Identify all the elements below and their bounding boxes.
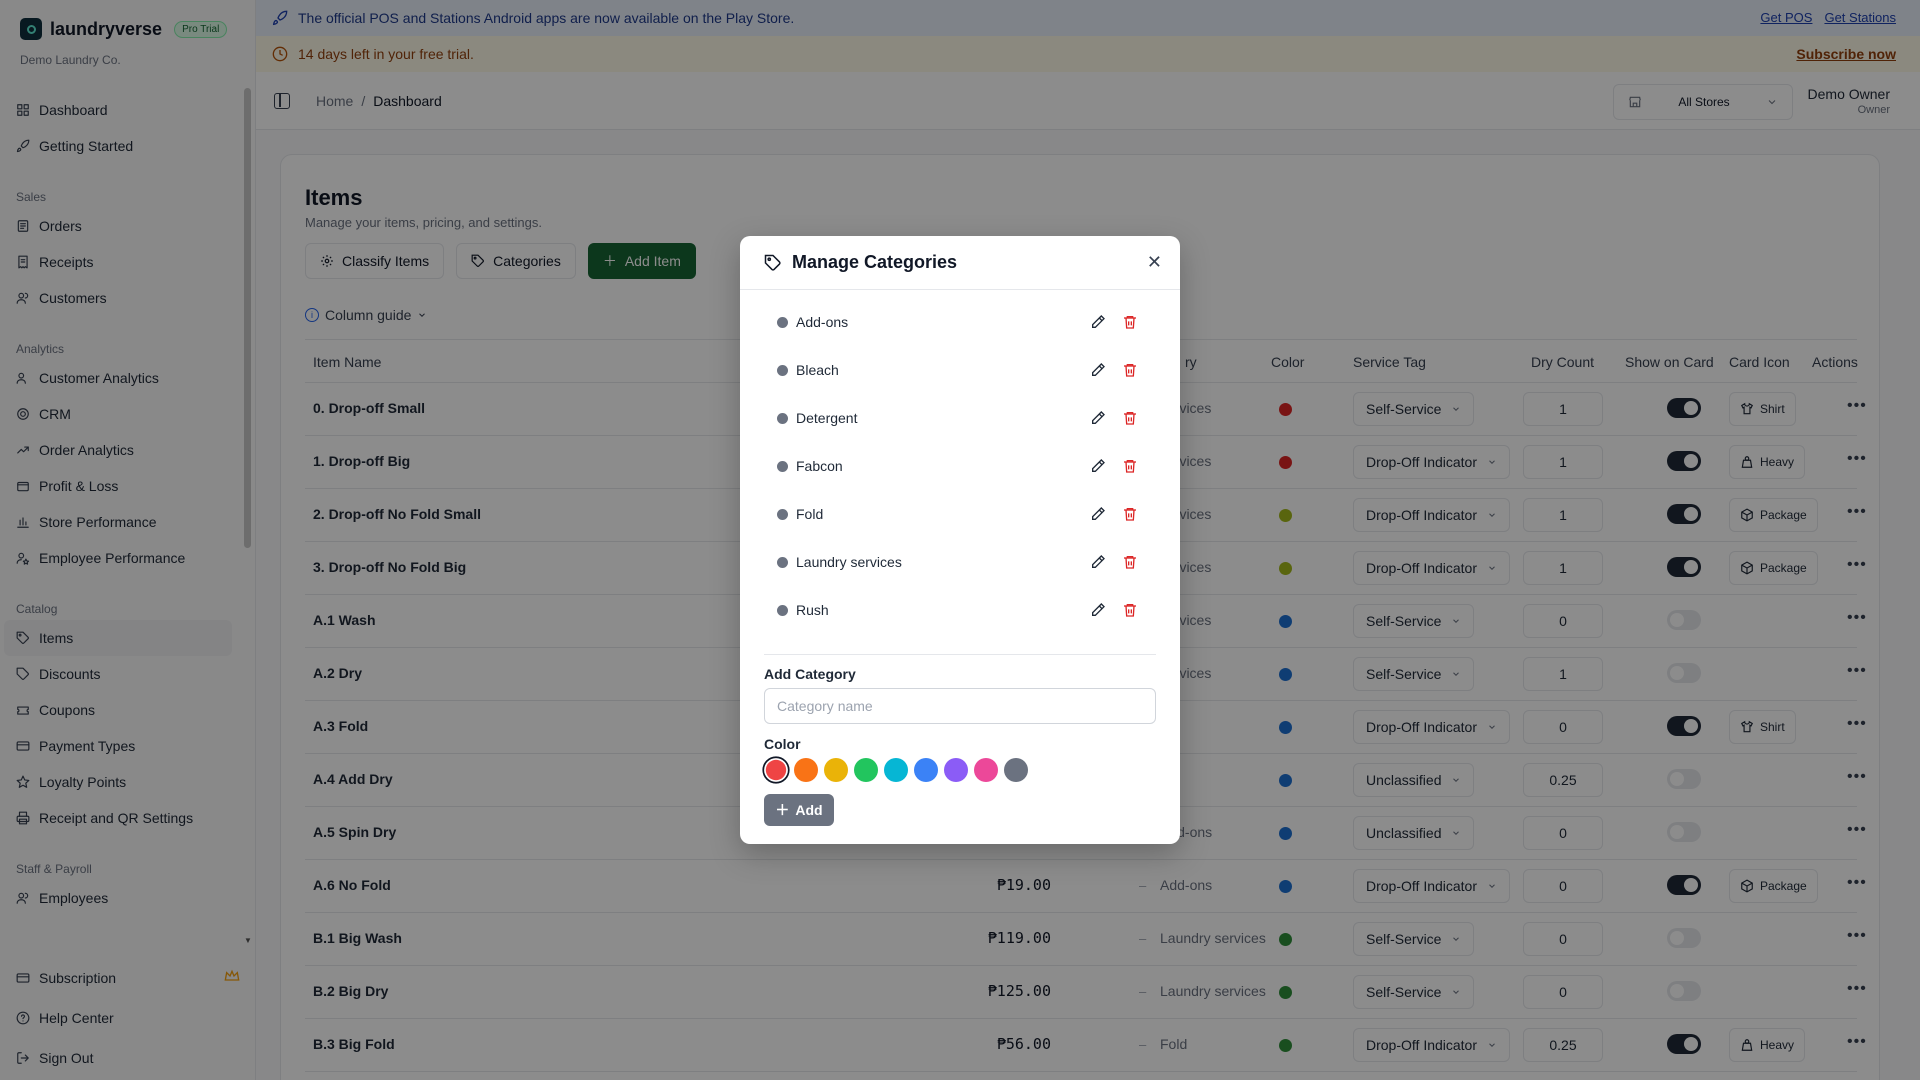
pencil-icon[interactable] [1090, 362, 1106, 381]
tag-icon [764, 254, 781, 271]
category-name: Rush [796, 602, 829, 618]
category-name-input[interactable] [764, 688, 1156, 724]
pencil-icon[interactable] [1090, 602, 1106, 621]
category-item: Detergent [764, 394, 1156, 442]
manage-categories-dialog: Manage Categories ✕ Add-ons Bleach Deterge… [740, 236, 1180, 844]
color-swatch[interactable] [824, 758, 848, 782]
color-swatch[interactable] [944, 758, 968, 782]
category-name: Bleach [796, 362, 839, 378]
category-item: Fabcon [764, 442, 1156, 490]
category-color-dot [777, 412, 788, 424]
category-color-dot [777, 364, 788, 376]
trash-icon[interactable] [1122, 314, 1138, 333]
category-color-dot [777, 556, 788, 568]
trash-icon[interactable] [1122, 506, 1138, 525]
category-color-dot [777, 508, 788, 520]
category-color-dot [777, 316, 788, 328]
category-name: Fabcon [796, 458, 843, 474]
dialog-header: Manage Categories ✕ [740, 236, 1180, 290]
color-swatch[interactable] [854, 758, 878, 782]
trash-icon[interactable] [1122, 410, 1138, 429]
category-name: Add-ons [796, 314, 849, 330]
pencil-icon[interactable] [1090, 314, 1106, 333]
category-name: Fold [796, 506, 824, 522]
trash-icon[interactable] [1122, 362, 1138, 381]
trash-icon[interactable] [1122, 458, 1138, 477]
close-icon[interactable]: ✕ [1147, 252, 1162, 273]
color-swatch[interactable] [974, 758, 998, 782]
plus-icon: ＋ [775, 802, 790, 818]
color-swatch[interactable] [765, 759, 787, 781]
color-swatch[interactable] [914, 758, 938, 782]
category-name: Laundry services [796, 554, 902, 570]
add-category-button[interactable]: ＋ Add [764, 794, 834, 826]
category-color-dot [777, 604, 788, 616]
category-color-dot [777, 460, 788, 472]
pencil-icon[interactable] [1090, 458, 1106, 477]
trash-icon[interactable] [1122, 602, 1138, 621]
category-item: Laundry services [764, 538, 1156, 586]
category-item: Add-ons [764, 298, 1156, 346]
dialog-title: Manage Categories [792, 252, 958, 272]
color-label: Color [764, 736, 801, 752]
category-item: Rush [764, 586, 1156, 634]
category-item: Bleach [764, 346, 1156, 394]
pencil-icon[interactable] [1090, 506, 1106, 525]
category-name: Detergent [796, 410, 858, 426]
pencil-icon[interactable] [1090, 554, 1106, 573]
category-item: Fold [764, 490, 1156, 538]
divider [764, 654, 1156, 655]
color-swatch[interactable] [794, 758, 818, 782]
trash-icon[interactable] [1122, 554, 1138, 573]
pencil-icon[interactable] [1090, 410, 1106, 429]
add-category-label: Add Category [764, 666, 856, 682]
category-list: Add-ons Bleach Detergent Fabcon Fold Laundry … [764, 298, 1156, 634]
color-swatches [764, 758, 1028, 782]
color-swatch[interactable] [884, 758, 908, 782]
add-category-button-label: Add [795, 802, 823, 818]
color-swatch[interactable] [1004, 758, 1028, 782]
